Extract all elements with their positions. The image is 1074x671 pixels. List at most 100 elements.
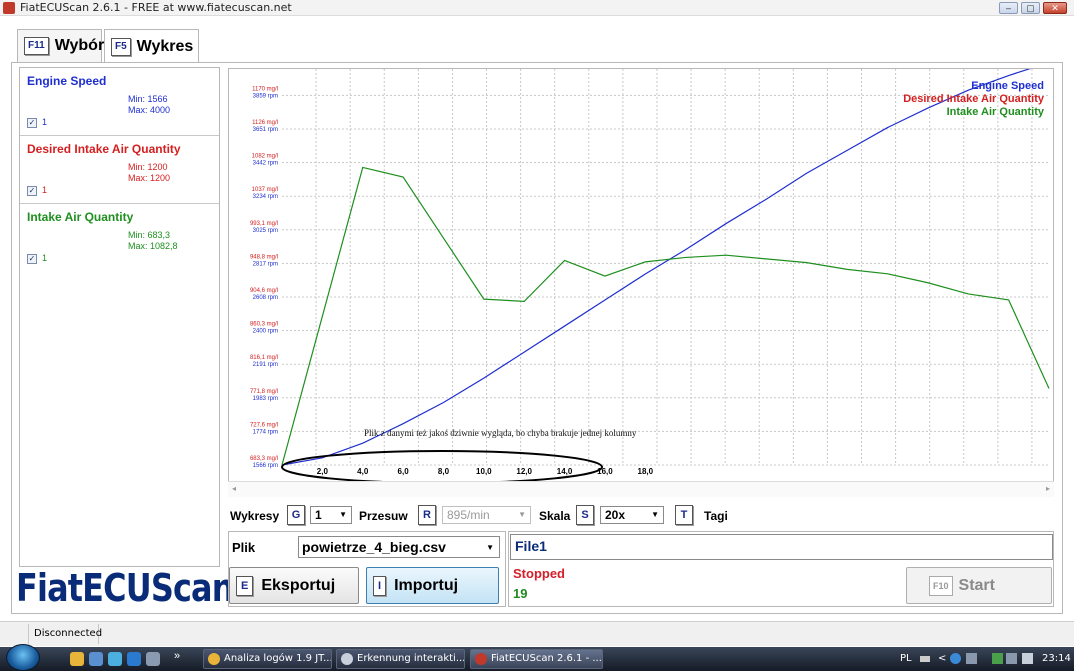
chevron-down-icon: ▼ bbox=[518, 510, 526, 519]
start-button[interactable]: F10 Start bbox=[906, 567, 1052, 604]
chevron-down-icon: ▼ bbox=[486, 543, 494, 552]
y-tick-label-rpm: 3651 rpm bbox=[253, 127, 278, 133]
skala-key[interactable]: S bbox=[576, 505, 594, 525]
tray-expand-icon[interactable]: < bbox=[938, 653, 946, 664]
status-count: 19 bbox=[513, 586, 528, 601]
y-tick-label-mg: 727,6 mg/l bbox=[250, 422, 278, 428]
maximize-button[interactable]: ▢ bbox=[1021, 2, 1040, 14]
tagi-label: Tagi bbox=[704, 509, 728, 523]
export-key: E bbox=[236, 575, 254, 596]
y-tick-label-rpm: 2400 rpm bbox=[253, 329, 278, 335]
chevron-down-icon: ▼ bbox=[651, 510, 659, 519]
series-checkbox[interactable]: ✓ bbox=[27, 118, 37, 128]
scroll-left-icon[interactable]: ◂ bbox=[232, 484, 236, 493]
desktop-icon[interactable] bbox=[89, 652, 103, 666]
file-name-field[interactable]: File1 bbox=[510, 534, 1053, 560]
y-tick-label-rpm: 3859 rpm bbox=[253, 93, 278, 99]
file-select[interactable]: powietrze_4_bieg.csv ▼ bbox=[298, 536, 500, 558]
chart[interactable]: 683,3 mg/l 1566 rpm 727,6 mg/l 1774 rpm 771,… bbox=[228, 68, 1054, 497]
system-tray: PL < 23:14 bbox=[880, 647, 1074, 671]
series-checkbox[interactable]: ✓ bbox=[27, 254, 37, 264]
chevron-down-icon: ▼ bbox=[339, 510, 347, 519]
chrome-quicklaunch-icon[interactable] bbox=[70, 652, 84, 666]
series-checkbox-label: 1 bbox=[42, 117, 48, 127]
y-tick-label-rpm: 2817 rpm bbox=[253, 261, 278, 267]
clock[interactable]: 23:14 bbox=[1042, 653, 1071, 664]
taskbar-item-recognition[interactable]: Erkennung interakti... bbox=[336, 649, 465, 669]
legend-entry: Engine Speed bbox=[971, 80, 1044, 92]
window-title: FiatECUScan 2.6.1 - FREE at www.fiatecus… bbox=[20, 1, 292, 14]
y-tick-label-mg: 860,3 mg/l bbox=[250, 322, 278, 328]
connection-status: Disconnected bbox=[28, 624, 102, 644]
network-icon[interactable] bbox=[1006, 653, 1017, 664]
y-tick-label-rpm: 2191 rpm bbox=[253, 362, 278, 368]
wykresy-label: Wykresy bbox=[230, 509, 280, 523]
y-tick-label-mg: 904,6 mg/l bbox=[250, 288, 278, 294]
file-select-value: powietrze_4_bieg.csv bbox=[302, 539, 446, 555]
export-button[interactable]: E Eksportuj bbox=[229, 567, 359, 604]
series-min: Min: 1200 bbox=[128, 162, 168, 172]
file-label: Plik bbox=[232, 540, 256, 555]
fiatecuscan-logo: FiatECUScan bbox=[16, 566, 234, 610]
series-max: Max: 4000 bbox=[128, 105, 171, 115]
series-line-engine-speed bbox=[281, 69, 1031, 466]
y-tick-label-rpm: 3025 rpm bbox=[253, 228, 278, 234]
taskbar-item-browser[interactable]: Analiza logów 1.9 JT... bbox=[203, 649, 332, 669]
start-label: Start bbox=[958, 576, 995, 594]
tagi-key[interactable]: T bbox=[675, 505, 693, 525]
network-status-icon[interactable] bbox=[950, 653, 961, 664]
taskbar-item-label: FiatECUScan 2.6.1 - ... bbox=[491, 653, 602, 664]
tab-wykres[interactable]: F5 Wykres bbox=[104, 29, 199, 63]
scroll-right-icon[interactable]: ▸ bbox=[1046, 484, 1050, 493]
x-tick-label: 14,0 bbox=[557, 467, 573, 476]
legend-entry: Intake Air Quantity bbox=[947, 106, 1045, 118]
y-tick-label-mg: 771,8 mg/l bbox=[250, 389, 278, 395]
przesuw-value: 895/min bbox=[447, 508, 490, 522]
y-tick-label-mg: 1170 mg/l bbox=[252, 86, 278, 92]
wykresy-key[interactable]: G bbox=[287, 505, 305, 525]
x-tick-label: 4,0 bbox=[357, 467, 369, 476]
wykresy-value: 1 bbox=[315, 508, 322, 522]
przesuw-label: Przesuw bbox=[359, 509, 408, 523]
quicklaunch-overflow-icon[interactable]: » bbox=[174, 650, 180, 662]
wykresy-select[interactable]: 1 ▼ bbox=[310, 506, 352, 524]
import-button[interactable]: I Importuj bbox=[366, 567, 499, 604]
taskbar-item-label: Analiza logów 1.9 JT... bbox=[224, 653, 332, 664]
chart-scrollbar[interactable]: ◂ ▸ bbox=[228, 481, 1054, 497]
series-checkbox[interactable]: ✓ bbox=[27, 186, 37, 196]
series-min: Min: 683,3 bbox=[128, 230, 171, 240]
language-indicator[interactable]: PL bbox=[900, 653, 912, 664]
x-tick-label: 2,0 bbox=[317, 467, 329, 476]
messenger-icon[interactable] bbox=[108, 652, 122, 666]
series-max: Max: 1082,8 bbox=[128, 241, 178, 251]
x-tick-label: 6,0 bbox=[398, 467, 410, 476]
import-key: I bbox=[373, 575, 387, 596]
y-tick-label-mg: 816,1 mg/l bbox=[250, 355, 278, 361]
close-button[interactable]: ✕ bbox=[1043, 2, 1067, 14]
windows-start-icon[interactable] bbox=[6, 644, 40, 671]
ie-icon[interactable] bbox=[127, 652, 141, 666]
taskbar-item-fiatecuscan[interactable]: FiatECUScan 2.6.1 - ... bbox=[470, 649, 603, 669]
przesuw-key[interactable]: R bbox=[418, 505, 436, 525]
series-checkbox-label: 1 bbox=[42, 185, 48, 195]
series-intake-air: Intake Air Quantity Min: 683,3 Max: 1082… bbox=[20, 204, 219, 272]
series-name: Engine Speed bbox=[27, 74, 107, 88]
tab-wybor[interactable]: F11 Wybór bbox=[17, 29, 104, 62]
security-icon[interactable] bbox=[992, 653, 1003, 664]
legend-entry: Desired Intake Air Quantity bbox=[903, 93, 1045, 105]
display-icon[interactable] bbox=[966, 653, 977, 664]
przesuw-select[interactable]: 895/min ▼ bbox=[442, 506, 531, 524]
y-tick-label-mg: 948,8 mg/l bbox=[250, 254, 278, 260]
x-tick-label: 10,0 bbox=[476, 467, 492, 476]
series-line-intake-air-quantity bbox=[281, 166, 1050, 466]
volume-icon[interactable] bbox=[1022, 653, 1033, 664]
skala-select[interactable]: 20x ▼ bbox=[600, 506, 664, 524]
app-quicklaunch-icon[interactable] bbox=[146, 652, 160, 666]
series-name: Intake Air Quantity bbox=[27, 210, 134, 224]
taskbar-item-label: Erkennung interakti... bbox=[357, 653, 465, 664]
keyboard-icon[interactable] bbox=[920, 656, 930, 662]
minimize-button[interactable]: – bbox=[999, 2, 1018, 14]
series-name: Desired Intake Air Quantity bbox=[27, 142, 181, 156]
chart-svg: 683,3 mg/l1566 rpm 727,6 mg/l1774 rpm 771,… bbox=[250, 69, 1050, 481]
y-tick-label-mg: 1126 mg/l bbox=[252, 120, 278, 126]
